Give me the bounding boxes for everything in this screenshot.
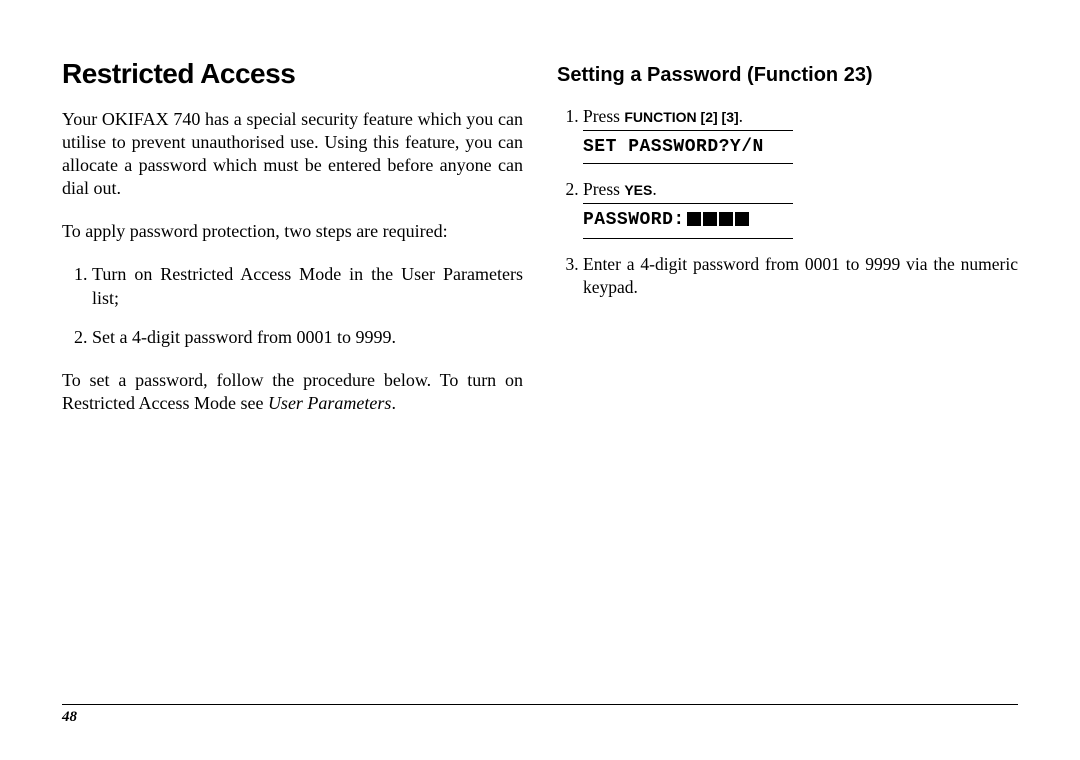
section-title: Restricted Access xyxy=(62,58,523,90)
left-column: Restricted Access Your OKIFAX 740 has a … xyxy=(62,58,527,698)
list-item: Enter a 4-digit password from 0001 to 99… xyxy=(583,253,1018,299)
display-label: PASSWORD: xyxy=(583,210,685,230)
outro-reference: User Parameters xyxy=(268,393,392,413)
two-column-layout: Restricted Access Your OKIFAX 740 has a … xyxy=(62,58,1018,698)
list-item: Press YES. PASSWORD: xyxy=(583,178,1018,239)
block-icon xyxy=(703,212,717,226)
steps-lead-in: To apply password protection, two steps … xyxy=(62,220,523,243)
list-item: Set a 4-digit password from 0001 to 9999… xyxy=(92,326,523,349)
list-item: Press FUNCTION [2] [3]. SET PASSWORD?Y/N xyxy=(583,105,1018,164)
password-mask-icons xyxy=(685,210,749,234)
procedure-list: Press FUNCTION [2] [3]. SET PASSWORD?Y/N… xyxy=(557,105,1018,299)
list-item: Turn on Restricted Access Mode in the Us… xyxy=(92,263,523,310)
block-icon xyxy=(719,212,733,226)
subsection-heading: Setting a Password (Function 23) xyxy=(557,64,1018,87)
lcd-display-text: SET PASSWORD?Y/N xyxy=(583,130,793,164)
required-steps-list: Turn on Restricted Access Mode in the Us… xyxy=(62,263,523,349)
block-icon xyxy=(735,212,749,226)
block-icon xyxy=(687,212,701,226)
manual-page: Restricted Access Your OKIFAX 740 has a … xyxy=(0,0,1080,760)
step-text-post: . xyxy=(652,179,656,199)
key-label: FUNCTION [2] [3] xyxy=(624,109,738,125)
key-label: YES xyxy=(624,182,652,198)
step-text-pre: Press xyxy=(583,106,624,126)
page-number: 48 xyxy=(62,709,77,725)
page-footer: 48 xyxy=(62,704,1018,726)
outro-paragraph: To set a password, follow the procedure … xyxy=(62,369,523,415)
step-text-post: . xyxy=(739,106,743,126)
lcd-display-text: PASSWORD: xyxy=(583,203,793,239)
lcd-display-block: SET PASSWORD?Y/N xyxy=(583,130,1018,164)
right-column: Setting a Password (Function 23) Press F… xyxy=(557,58,1018,698)
outro-text-post: . xyxy=(391,393,396,413)
intro-paragraph: Your OKIFAX 740 has a special security f… xyxy=(62,108,523,200)
lcd-display-block: PASSWORD: xyxy=(583,203,1018,239)
step-text-pre: Press xyxy=(583,179,624,199)
